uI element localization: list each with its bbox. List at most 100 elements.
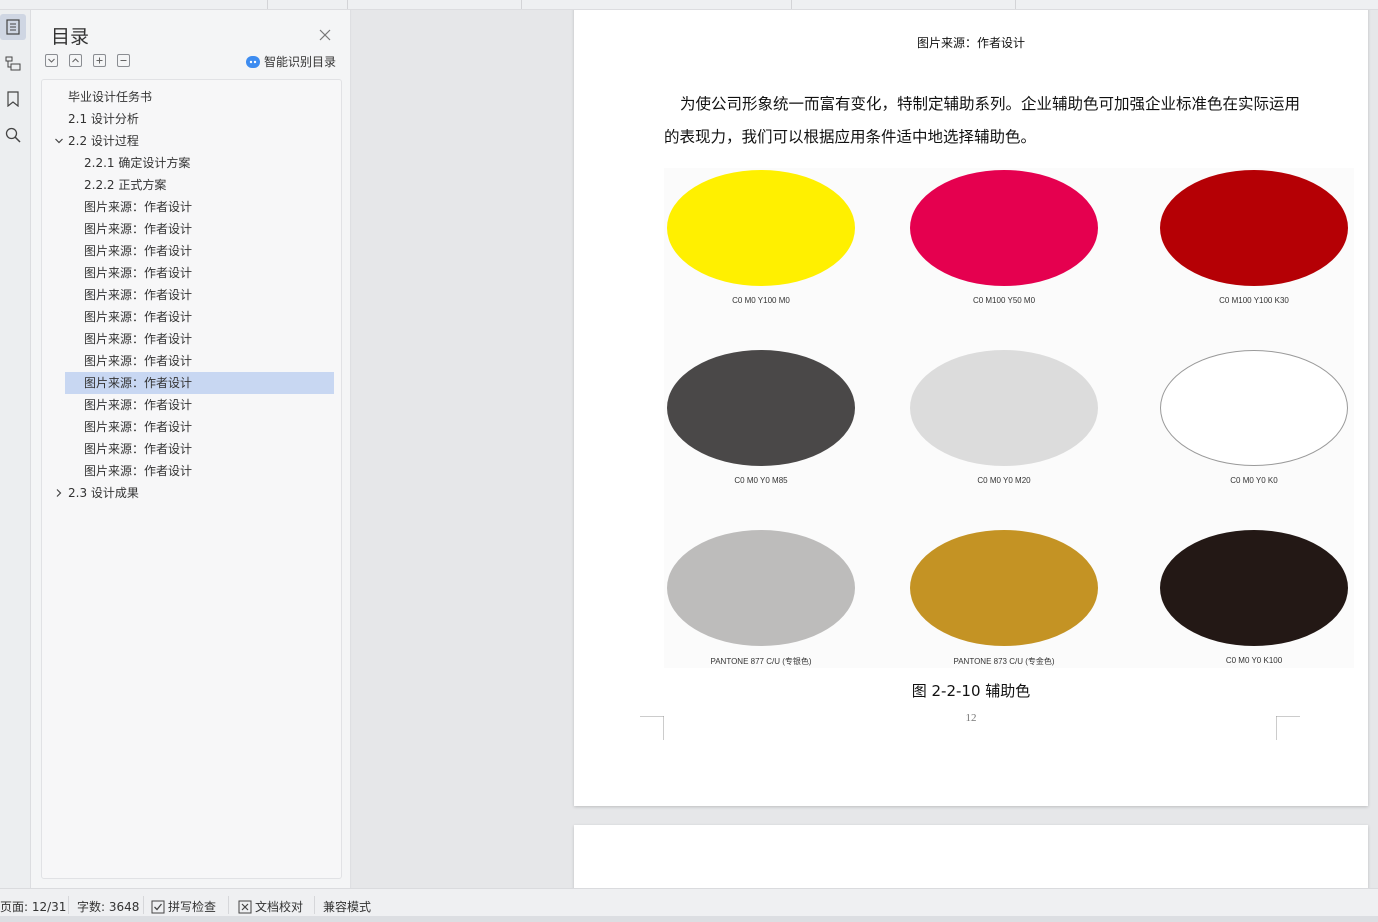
navigation-icon[interactable] bbox=[0, 50, 26, 76]
toc-item-label: 图片来源：作者设计 bbox=[84, 376, 193, 390]
color-swatch bbox=[910, 350, 1098, 466]
page-number: 12 bbox=[965, 712, 977, 724]
spell-check-label: 拼写检查 bbox=[168, 900, 217, 914]
toc-item-label: 图片来源：作者设计 bbox=[84, 288, 193, 302]
toc-item[interactable]: 2.2.1 确定设计方案 bbox=[42, 152, 341, 174]
toc-item[interactable]: 图片来源：作者设计 bbox=[42, 196, 341, 218]
toc-title: 目录 bbox=[51, 26, 90, 48]
color-swatch bbox=[1160, 170, 1348, 286]
toc-toolbar bbox=[45, 54, 130, 68]
next-document-page bbox=[574, 825, 1368, 888]
toc-item-label: 2.1 设计分析 bbox=[68, 112, 139, 126]
toc-list: 毕业设计任务书 2.1 设计分析 2.2 设计过程 2.2.1 确定设计方案 2.2.2… bbox=[41, 79, 342, 879]
margin-corner-mark bbox=[640, 716, 664, 740]
color-swatch bbox=[1160, 350, 1348, 466]
proofread-icon bbox=[238, 900, 252, 913]
checkbox-check-icon bbox=[151, 900, 165, 913]
bottom-edge bbox=[0, 916, 1378, 922]
toc-item-label: 图片来源：作者设计 bbox=[84, 354, 193, 368]
divider bbox=[143, 896, 144, 914]
toc-item[interactable]: 图片来源：作者设计 bbox=[42, 328, 341, 350]
toc-item-label: 毕业设计任务书 bbox=[68, 90, 153, 104]
close-icon[interactable] bbox=[319, 26, 333, 41]
color-swatch-label: C0 M100 Y50 M0 bbox=[972, 296, 1036, 305]
page-indicator-label: 页面: 12/31 bbox=[0, 900, 67, 914]
word-count[interactable]: 字数: 3648 bbox=[77, 898, 139, 915]
toc-item[interactable]: 图片来源：作者设计 bbox=[42, 350, 341, 372]
color-swatch-label: C0 M0 Y100 M0 bbox=[732, 296, 790, 305]
color-swatch bbox=[910, 530, 1098, 646]
color-swatch-label: C0 M100 Y100 K30 bbox=[1219, 296, 1289, 305]
toc-item[interactable]: 图片来源：作者设计 bbox=[65, 372, 334, 394]
toc-item-label: 图片来源：作者设计 bbox=[84, 442, 193, 456]
compat-mode-indicator[interactable]: 兼容模式 bbox=[323, 898, 371, 915]
chevron-right-icon[interactable] bbox=[54, 482, 64, 504]
toc-item[interactable]: 图片来源：作者设计 bbox=[42, 306, 341, 328]
divider bbox=[314, 896, 315, 914]
toc-item-label: 图片来源：作者设计 bbox=[84, 332, 193, 346]
expand-all-icon[interactable] bbox=[45, 54, 58, 67]
tab-strip-segment bbox=[0, 0, 268, 9]
tab-strip bbox=[0, 0, 1378, 10]
tab-strip-segment bbox=[268, 0, 348, 9]
toc-item[interactable]: 2.2 设计过程 bbox=[42, 130, 341, 152]
body-paragraph: 为使公司形象统一而富有变化，特制定辅助系列。企业辅助色可加强企业标准色在实际运用… bbox=[664, 95, 1301, 146]
doc-proofread-button[interactable]: 文档校对 bbox=[238, 898, 303, 915]
toc-item[interactable]: 图片来源：作者设计 bbox=[42, 394, 341, 416]
toc-item-label: 图片来源：作者设计 bbox=[84, 222, 193, 236]
smart-toc-label: 智能识别目录 bbox=[264, 55, 337, 69]
toc-item[interactable]: 图片来源：作者设计 bbox=[42, 218, 341, 240]
color-swatch bbox=[667, 350, 855, 466]
toc-item[interactable]: 图片来源：作者设计 bbox=[42, 438, 341, 460]
toc-item-label: 图片来源：作者设计 bbox=[84, 266, 193, 280]
toc-item-label: 2.3 设计成果 bbox=[68, 486, 139, 500]
toc-item[interactable]: 毕业设计任务书 bbox=[42, 86, 341, 108]
tab-strip-segment bbox=[522, 0, 792, 9]
image-source-caption: 图片来源：作者设计 bbox=[916, 36, 1025, 50]
color-swatch bbox=[667, 530, 855, 646]
color-swatch bbox=[1160, 530, 1348, 646]
toc-item[interactable]: 图片来源：作者设计 bbox=[42, 262, 341, 284]
toc-item-label: 图片来源：作者设计 bbox=[84, 398, 193, 412]
doc-proofread-label: 文档校对 bbox=[255, 900, 304, 914]
toc-item[interactable]: 2.1 设计分析 bbox=[42, 108, 341, 130]
smart-toc-button[interactable]: 智能识别目录 bbox=[246, 53, 336, 70]
spell-check-button[interactable]: 拼写检查 bbox=[151, 898, 216, 915]
toc-item[interactable]: 2.2.2 正式方案 bbox=[42, 174, 341, 196]
toc-item[interactable]: 图片来源：作者设计 bbox=[42, 284, 341, 306]
compat-mode-label: 兼容模式 bbox=[323, 900, 372, 914]
document-page: 图片来源：作者设计 为使公司形象统一而富有变化，特制定辅助系列。企业辅助色可加强… bbox=[574, 10, 1368, 806]
figure-caption: 图 2-2-10 辅助色 bbox=[911, 682, 1031, 700]
chevron-down-icon[interactable] bbox=[54, 130, 64, 152]
toc-item-label: 2.2.2 正式方案 bbox=[84, 178, 167, 192]
toc-item-label: 图片来源：作者设计 bbox=[84, 464, 193, 478]
toc-item[interactable]: 图片来源：作者设计 bbox=[42, 416, 341, 438]
tab-strip-segment bbox=[792, 0, 1016, 9]
side-icon-bar bbox=[0, 10, 31, 888]
toc-item[interactable]: 图片来源：作者设计 bbox=[42, 460, 341, 482]
add-heading-icon[interactable] bbox=[93, 54, 106, 67]
toc-item-label: 2.2 设计过程 bbox=[68, 134, 139, 148]
toc-item-label: 2.2.1 确定设计方案 bbox=[84, 156, 191, 170]
toc-panel: 目录 智能识别目录 毕业设计任务书 2.1 设计分析 2.2 设计过程 2.2.1 确… bbox=[31, 10, 351, 888]
color-swatch bbox=[910, 170, 1098, 286]
toc-item-label: 图片来源：作者设计 bbox=[84, 244, 193, 258]
remove-heading-icon[interactable] bbox=[117, 54, 130, 67]
auxiliary-color-figure: C0 M0 Y100 M0 C0 M100 Y50 M0 C0 M100 Y100 … bbox=[664, 168, 1354, 668]
toc-item[interactable]: 2.3 设计成果 bbox=[42, 482, 341, 504]
search-icon[interactable] bbox=[0, 122, 26, 148]
color-swatch-label: C0 M0 Y0 M85 bbox=[734, 476, 788, 485]
toc-item[interactable]: 图片来源：作者设计 bbox=[42, 240, 341, 262]
color-swatch-label: PANTONE 873 C/U (专金色) bbox=[953, 657, 1055, 666]
word-count-label: 字数: 3648 bbox=[77, 900, 140, 914]
toc-icon[interactable] bbox=[0, 14, 26, 40]
divider bbox=[68, 896, 69, 914]
margin-corner-mark bbox=[1276, 716, 1300, 740]
toc-item-label: 图片来源：作者设计 bbox=[84, 200, 193, 214]
color-swatch-label: C0 M0 Y0 M20 bbox=[977, 476, 1031, 485]
color-swatch bbox=[667, 170, 855, 286]
toc-item-label: 图片来源：作者设计 bbox=[84, 420, 193, 434]
collapse-all-icon[interactable] bbox=[69, 54, 82, 67]
page-indicator[interactable]: 页面: 12/31 bbox=[0, 898, 66, 915]
bookmark-icon[interactable] bbox=[0, 86, 26, 112]
